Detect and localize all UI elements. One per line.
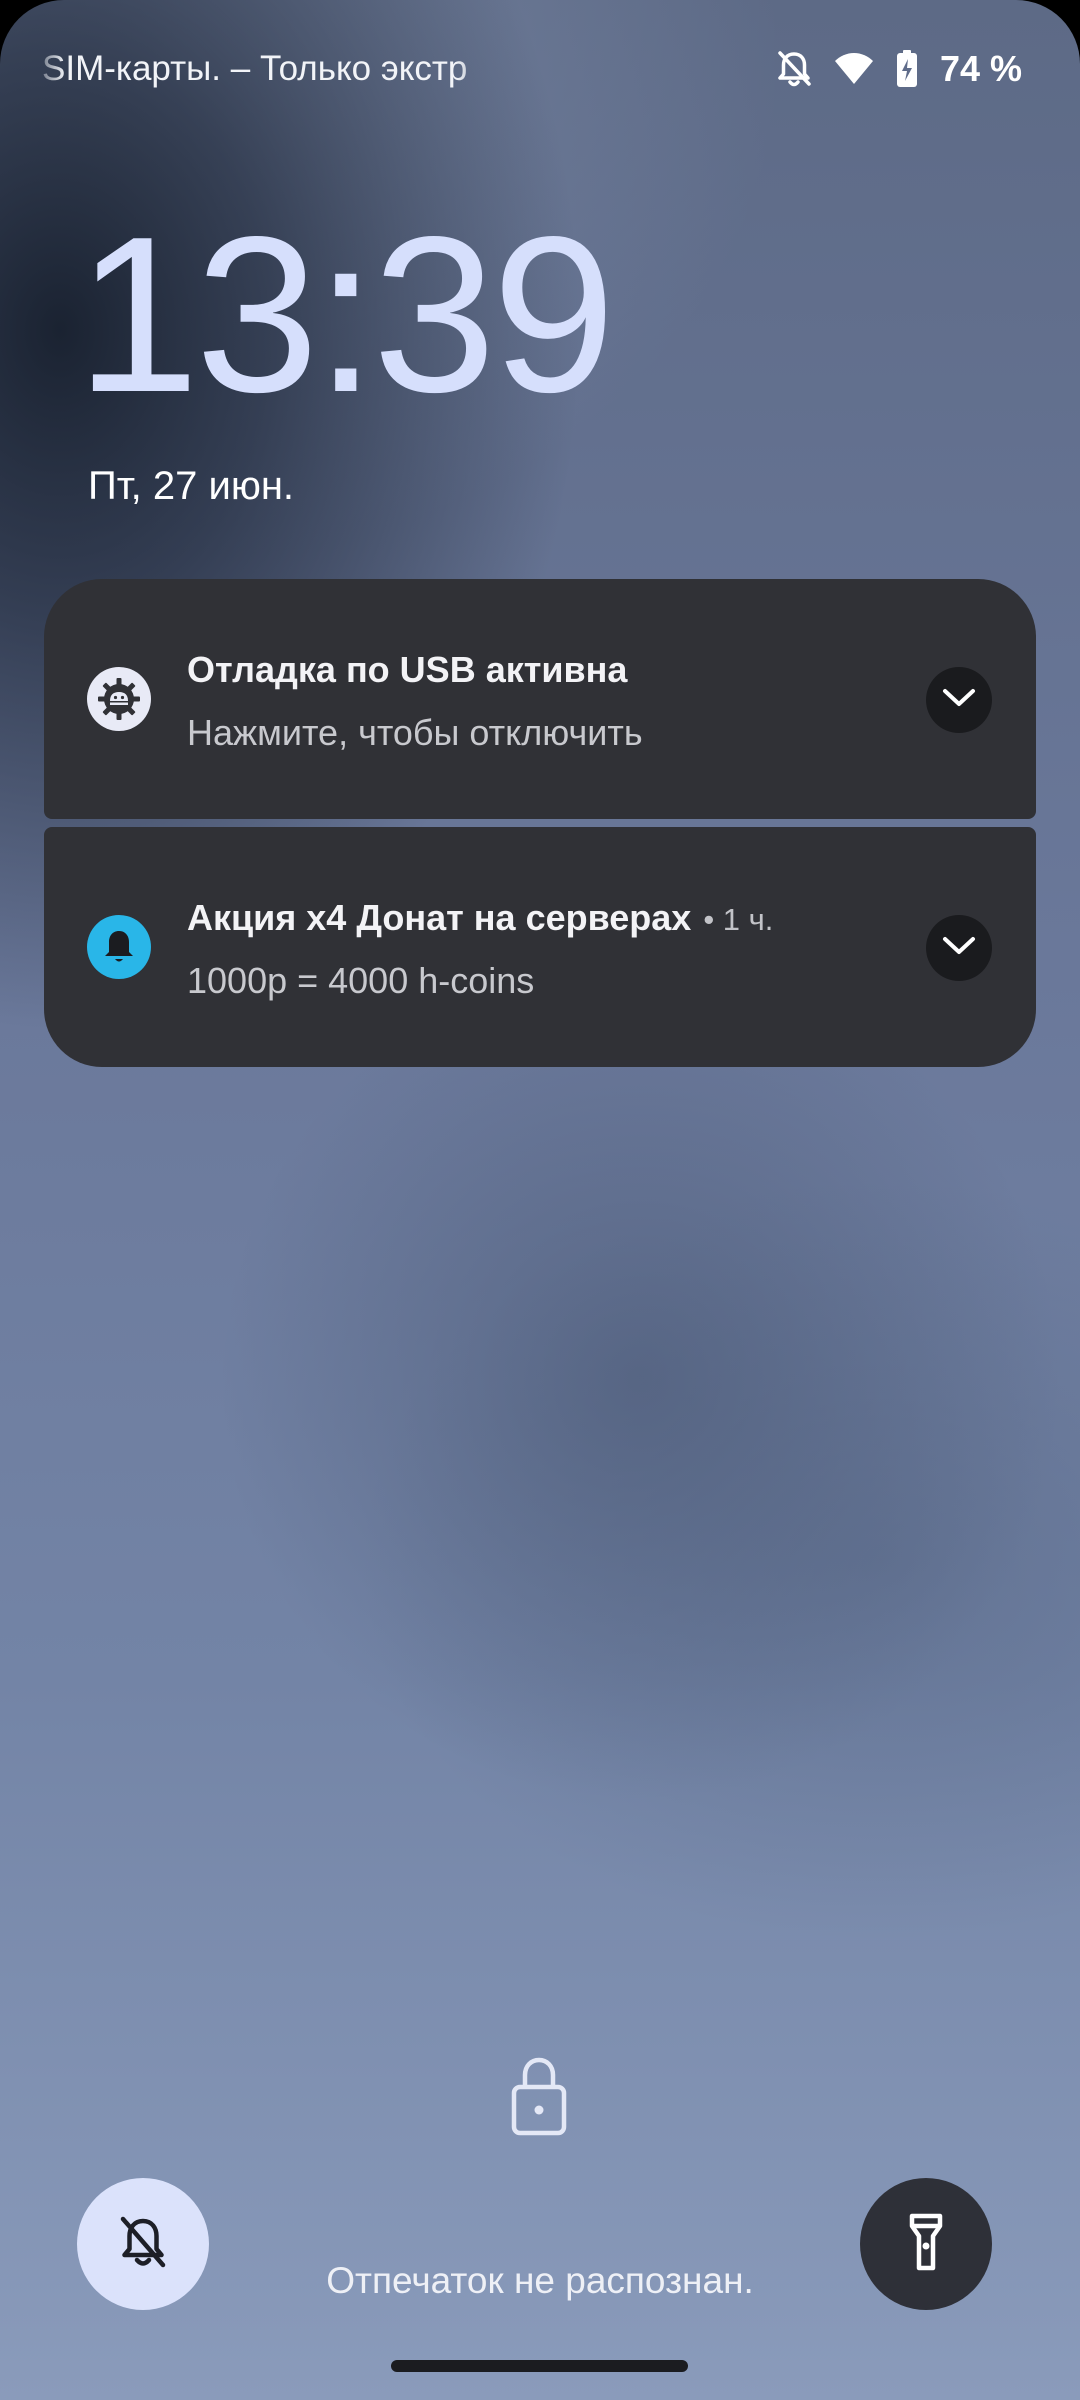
status-bar: SIM-карты. – Только экстр 74 % xyxy=(0,0,1080,140)
notification-promo[interactable]: Акция х4 Донат на серверах • 1 ч. 1000р =… xyxy=(44,827,1036,1067)
notification-title: Акция х4 Донат на серверах • 1 ч. xyxy=(187,897,774,938)
notification-time: • 1 ч. xyxy=(703,902,774,937)
chevron-down-icon xyxy=(942,688,976,713)
notification-body: Нажмите, чтобы отключить xyxy=(187,712,643,753)
notification-body: 1000р = 4000 h-coins xyxy=(187,960,535,1001)
chevron-down-icon xyxy=(942,936,976,961)
battery-charging-icon xyxy=(896,50,918,88)
fingerprint-message: Отпечаток не распознан. xyxy=(326,2260,754,2301)
notification-usb-debugging[interactable]: Отладка по USB активна Нажмите, чтобы от… xyxy=(44,579,1036,819)
carrier-text: SIM-карты. – Только экстр xyxy=(42,49,468,88)
notification-title: Отладка по USB активна xyxy=(187,649,628,690)
lock-icon xyxy=(509,2054,569,2138)
battery-percent: 74 % xyxy=(939,48,1022,89)
notifications-off-icon xyxy=(776,49,812,89)
android-debug-icon xyxy=(87,667,151,731)
expand-button[interactable] xyxy=(926,915,992,981)
clock: 13:39 xyxy=(76,191,616,439)
expand-button[interactable] xyxy=(926,667,992,733)
bell-icon xyxy=(87,915,151,979)
date: Пт, 27 июн. xyxy=(88,464,295,508)
notification-stack: Отладка по USB активна Нажмите, чтобы от… xyxy=(44,579,1036,1067)
lock-screen: SIM-карты. – Только экстр 74 % 13:39 Пт,… xyxy=(0,0,1080,2400)
wifi-icon xyxy=(834,52,874,86)
status-icons: 74 % xyxy=(776,44,1022,94)
home-indicator[interactable] xyxy=(391,2360,688,2372)
